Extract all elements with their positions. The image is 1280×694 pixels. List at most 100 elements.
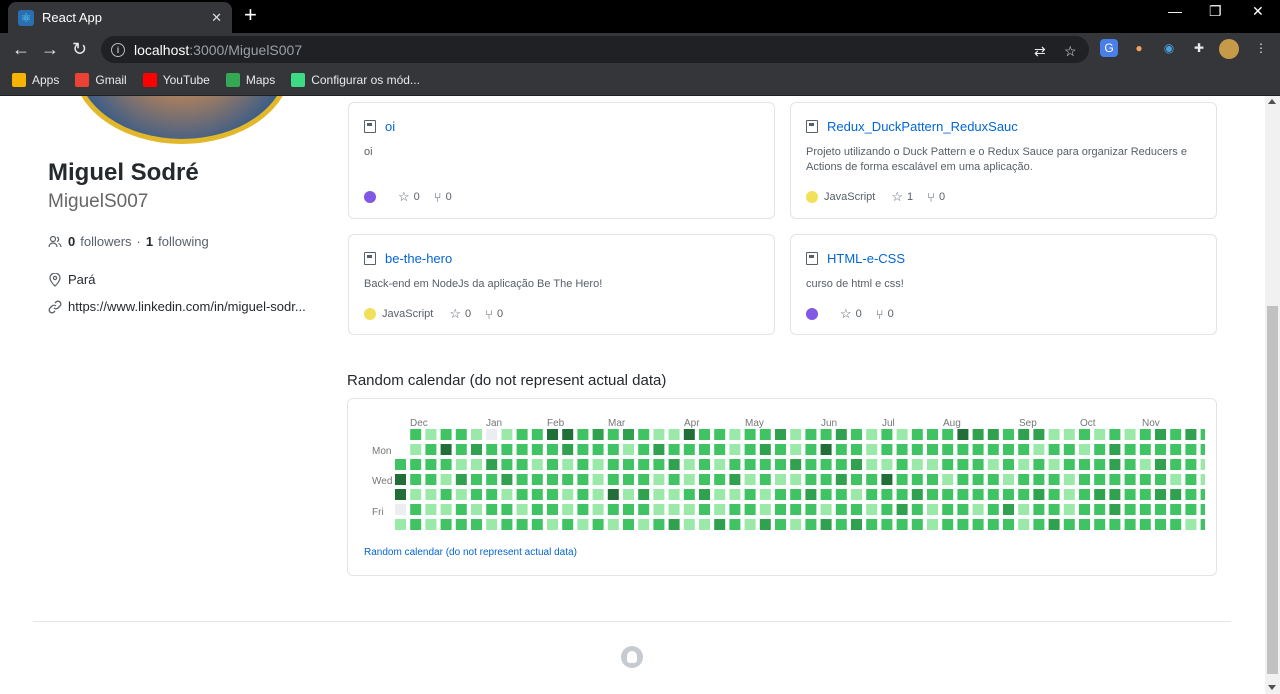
calendar-day-cell — [835, 489, 847, 500]
repo-book-icon — [806, 252, 818, 265]
site-info-icon[interactable]: i — [111, 42, 125, 57]
calendar-day-cell — [1200, 489, 1205, 500]
calendar-day-cell — [653, 474, 665, 485]
back-arrow-icon[interactable]: ← — [12, 37, 30, 61]
tab-close-icon[interactable]: ✕ — [211, 10, 222, 26]
repo-book-icon — [364, 252, 376, 265]
scroll-down-arrow-icon[interactable] — [1268, 685, 1276, 690]
calendar-day-cell — [531, 459, 543, 470]
bookmark-item[interactable]: Apps — [12, 73, 59, 87]
scroll-up-arrow-icon[interactable] — [1268, 99, 1276, 104]
calendar-day-cell — [820, 519, 832, 530]
day-label: Wed — [372, 476, 393, 487]
browser-menu-icon[interactable]: ⋮ — [1252, 39, 1270, 57]
calendar-day-cell — [592, 474, 604, 485]
calendar-day-cell — [790, 474, 802, 485]
calendar-day-cell — [714, 459, 726, 470]
calendar-day-cell — [699, 504, 710, 515]
calendar-day-cell — [425, 444, 437, 455]
tab-title: React App — [42, 10, 102, 25]
calendar-day-cell — [911, 444, 923, 455]
window-close-icon[interactable]: ✕ — [1252, 3, 1264, 20]
extension-icon[interactable]: ◉ — [1160, 39, 1178, 57]
calendar-day-cell — [577, 429, 589, 440]
translate-icon[interactable]: ⇄ — [1034, 43, 1046, 60]
calendar-day-cell — [835, 459, 847, 470]
address-bar[interactable]: i localhost:3000/MiguelS007 ⇄ ☆ — [101, 36, 1089, 63]
github-logo-icon[interactable] — [621, 646, 643, 668]
calendar-day-cell — [1048, 429, 1060, 440]
new-tab-button[interactable]: + — [244, 4, 257, 26]
calendar-day-cell — [1003, 489, 1014, 500]
calendar-day-cell — [516, 519, 528, 530]
calendar-day-cell — [699, 444, 710, 455]
calendar-day-cell — [1185, 444, 1197, 455]
fork-icon: ⑂ — [433, 189, 442, 205]
profile-avatar-icon[interactable] — [1219, 39, 1239, 59]
calendar-day-cell — [744, 444, 756, 455]
calendar-day-cell — [790, 459, 802, 470]
calendar-day-cell — [516, 489, 528, 500]
fork-count: 0 — [887, 308, 894, 320]
minimize-icon[interactable]: — — [1168, 3, 1182, 19]
calendar-day-cell — [759, 519, 771, 530]
calendar-day-cell — [1079, 504, 1090, 515]
star-icon: ☆ — [840, 306, 852, 321]
calendar-day-cell — [896, 459, 908, 470]
repo-name-link[interactable]: be-the-hero — [385, 251, 452, 266]
calendar-day-cell — [410, 459, 422, 470]
calendar-day-cell — [927, 429, 938, 440]
calendar-day-cell — [683, 444, 695, 455]
followers-label[interactable]: followers — [80, 234, 131, 249]
calendar-day-cell — [1200, 519, 1205, 530]
browser-tab[interactable]: ⚛ React App ✕ — [8, 2, 232, 33]
calendar-day-cell — [1124, 519, 1136, 530]
calendar-day-cell — [1079, 519, 1090, 530]
calendar-day-cell — [896, 444, 908, 455]
calendar-day-cell — [1139, 504, 1151, 515]
maximize-icon[interactable]: ❐ — [1209, 3, 1222, 20]
bookmark-star-icon[interactable]: ☆ — [1064, 43, 1077, 60]
bookmark-item[interactable]: Maps — [225, 73, 275, 87]
url-host: localhost — [134, 41, 190, 58]
calendar-day-cell — [957, 504, 969, 515]
following-label[interactable]: following — [158, 234, 209, 249]
bookmark-item[interactable]: YouTube — [142, 73, 210, 87]
calendar-day-cell — [1109, 519, 1121, 530]
repo-name-link[interactable]: oi — [385, 119, 395, 134]
month-label: Mar — [608, 418, 626, 429]
calendar-day-cell — [972, 474, 984, 485]
reload-icon[interactable]: ↻ — [72, 37, 87, 61]
website-link[interactable]: https://www.linkedin.com/in/miguel-sodr.… — [68, 299, 306, 314]
calendar-day-cell — [440, 444, 452, 455]
calendar-day-cell — [942, 429, 954, 440]
calendar-day-cell — [607, 459, 619, 470]
forward-arrow-icon[interactable]: → — [41, 37, 59, 61]
calendar-day-cell — [623, 519, 634, 530]
bookmark-item[interactable]: Gmail — [75, 73, 127, 87]
month-label: Sep — [1019, 418, 1037, 429]
calendar-day-cell — [942, 489, 954, 500]
extensions-puzzle-icon[interactable]: ✚ — [1190, 39, 1208, 57]
calendar-day-cell — [395, 459, 406, 470]
page-scrollbar[interactable] — [1265, 96, 1280, 694]
calendar-day-cell — [881, 429, 893, 440]
calendar-day-cell — [577, 504, 589, 515]
calendar-day-cell — [820, 504, 832, 515]
repo-description: Projeto utilizando o Duck Pattern e o Re… — [806, 146, 1187, 173]
calendar-day-cell — [759, 444, 771, 455]
bookmark-item[interactable]: Configurar os mód... — [291, 73, 420, 87]
extension-icon[interactable]: ● — [1130, 39, 1148, 57]
translate-extension-icon[interactable]: G — [1100, 39, 1118, 57]
repo-name-link[interactable]: HTML-e-CSS — [827, 251, 905, 266]
calendar-day-cell — [1185, 519, 1197, 530]
separator: · — [136, 234, 141, 249]
calendar-day-cell — [623, 444, 634, 455]
calendar-footer-link[interactable]: Random calendar (do not represent actual… — [364, 547, 577, 558]
scrollbar-thumb[interactable] — [1267, 306, 1278, 674]
calendar-day-cell — [866, 504, 878, 515]
calendar-day-cell — [455, 429, 467, 440]
calendar-day-cell — [683, 474, 695, 485]
calendar-day-cell — [471, 519, 482, 530]
repo-name-link[interactable]: Redux_DuckPattern_ReduxSauc — [827, 119, 1018, 134]
